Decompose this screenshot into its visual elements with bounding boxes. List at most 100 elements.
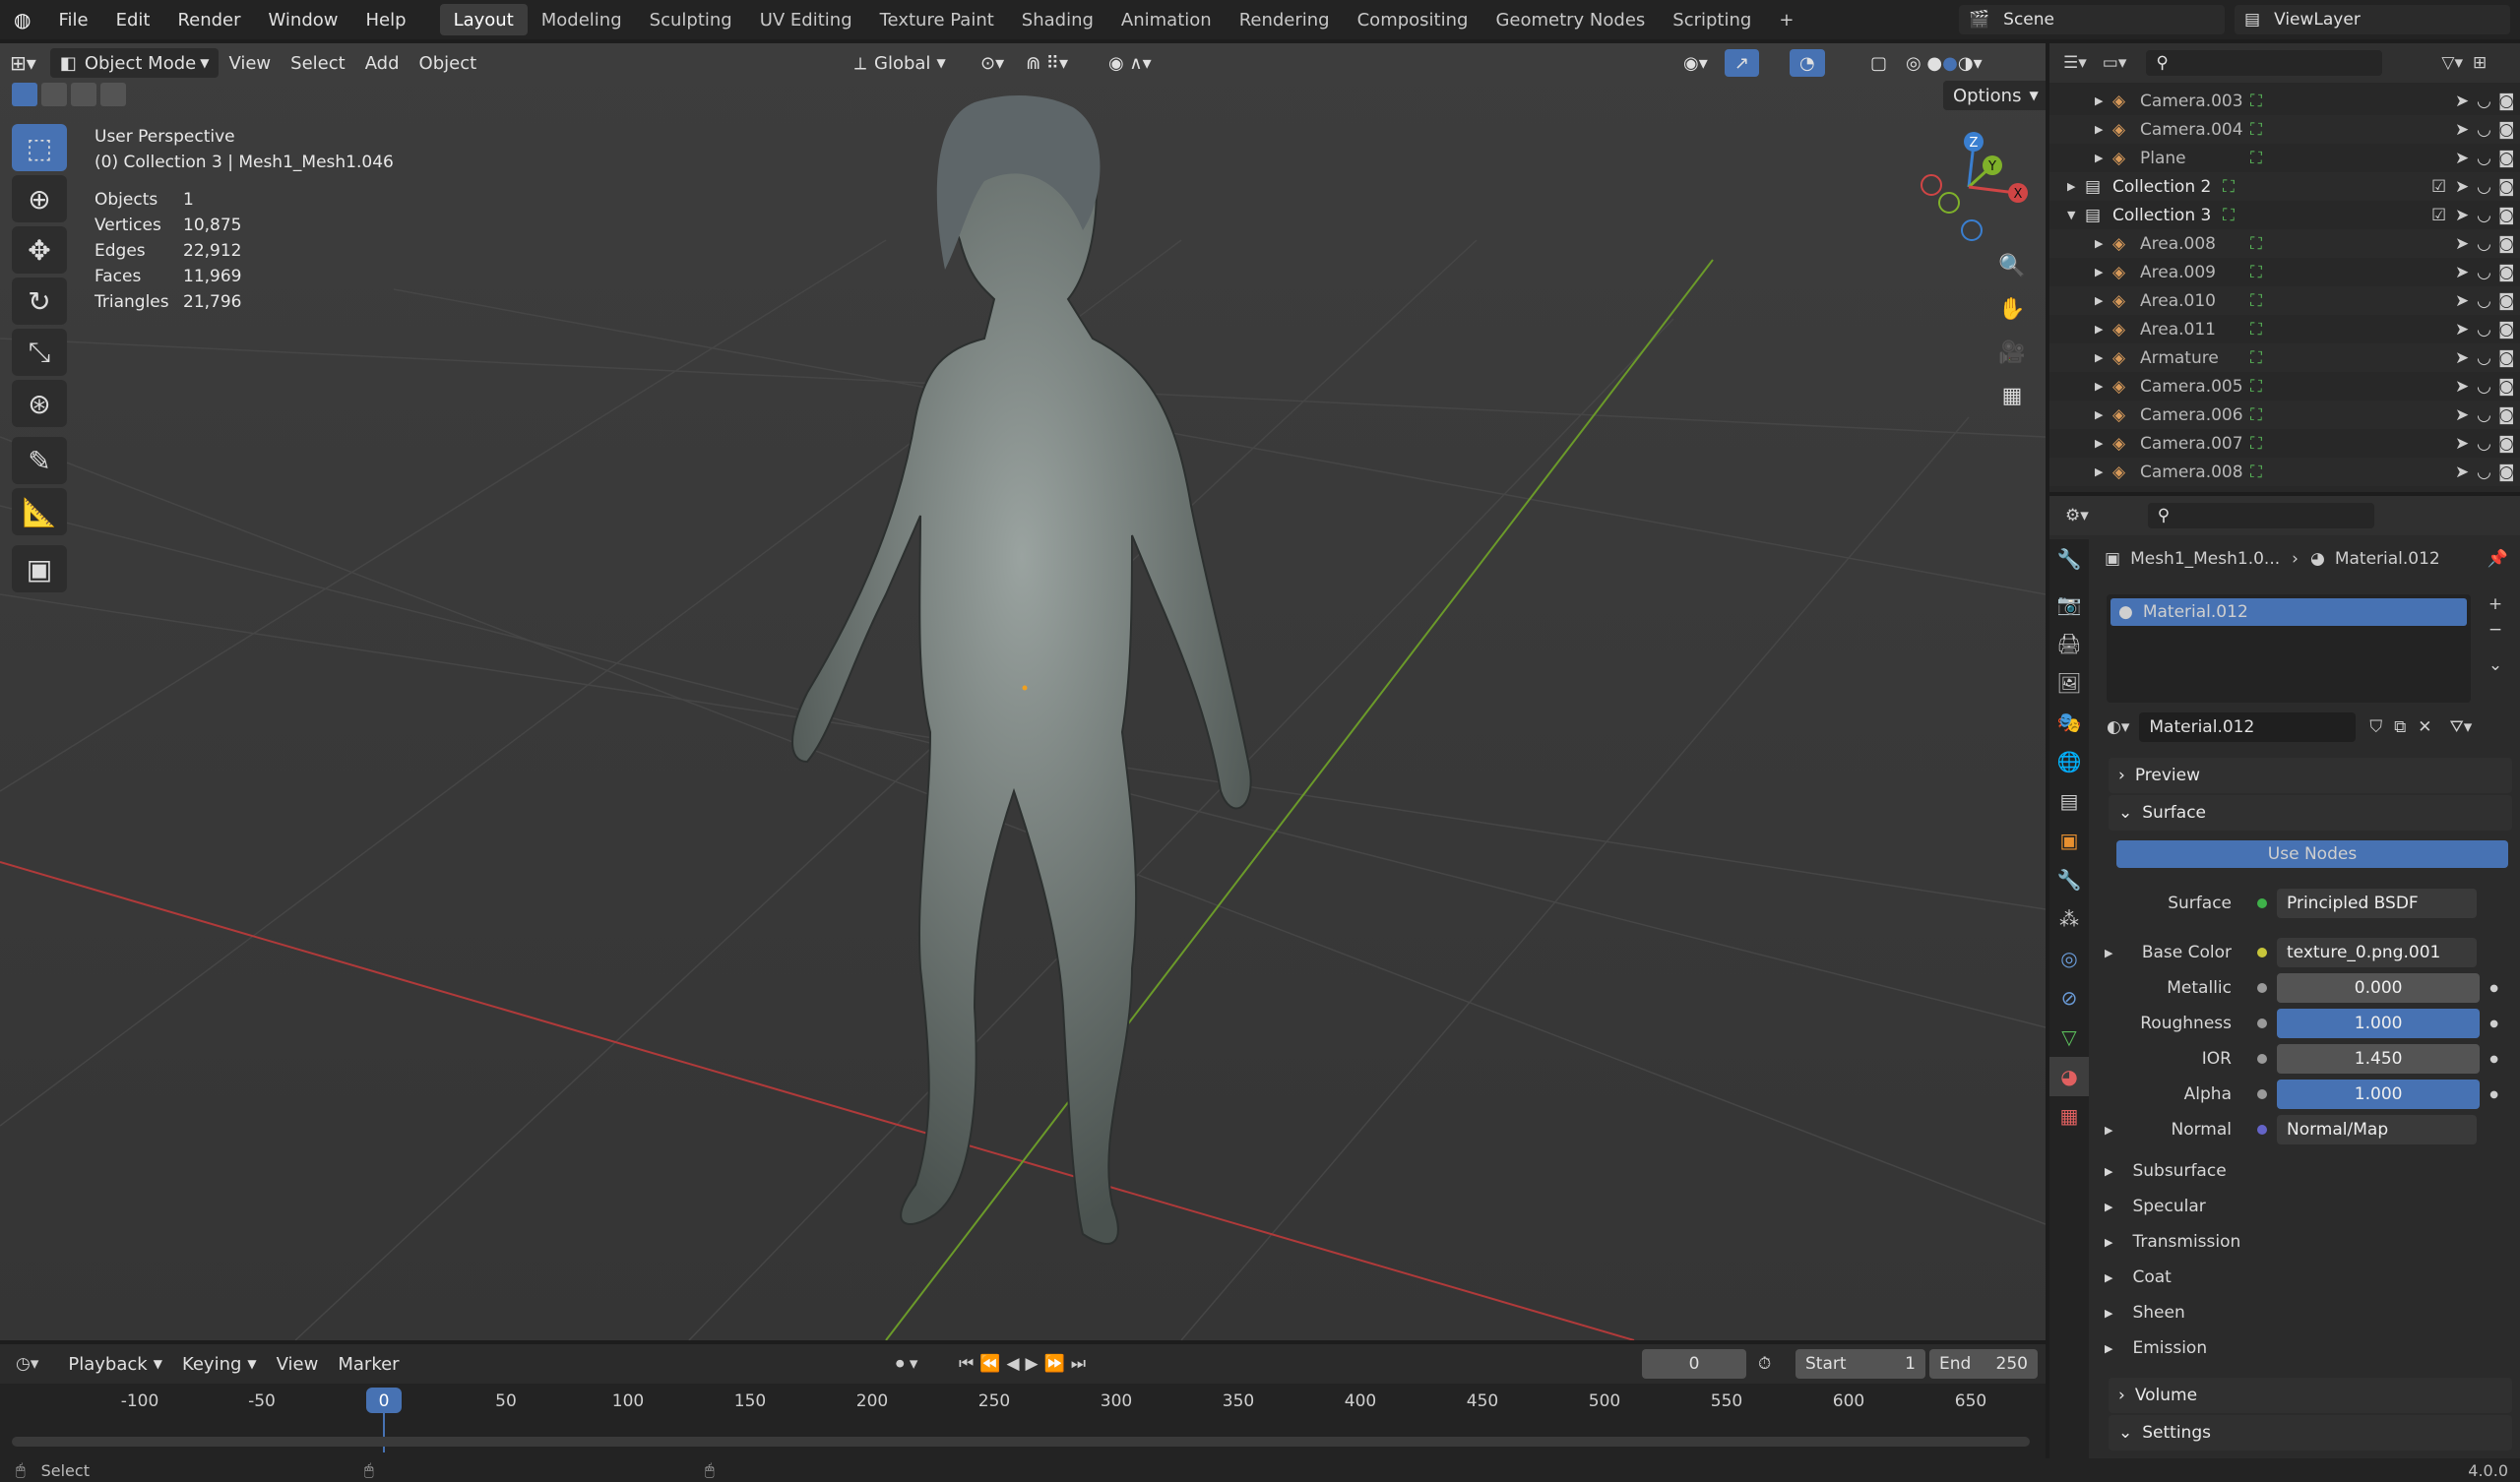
outliner-item[interactable]: ▶ ◈ Area.009 ⛶ ➤ ◡ ◙ bbox=[2049, 258, 2520, 286]
subpanel-sheen[interactable]: ▶ Sheen bbox=[2105, 1295, 2185, 1330]
socket-icon[interactable] bbox=[2257, 1089, 2267, 1099]
menu-render[interactable]: Render bbox=[163, 0, 254, 39]
menu-help[interactable]: Help bbox=[352, 0, 420, 39]
expand-arrow-icon[interactable]: ▶ bbox=[2095, 294, 2103, 307]
tab-compositing[interactable]: Compositing bbox=[1344, 4, 1482, 35]
socket-icon[interactable] bbox=[2257, 983, 2267, 993]
annotate-icon[interactable]: ✎ bbox=[12, 437, 67, 484]
remove-slot-icon[interactable]: − bbox=[2481, 620, 2510, 646]
record-icon[interactable]: ⏺ ▾ bbox=[896, 1354, 917, 1374]
editor-type-icon[interactable]: ⚙▾ bbox=[2065, 506, 2089, 525]
tool-tab-icon[interactable]: 🔧 bbox=[2049, 539, 2089, 579]
menu-select[interactable]: Select bbox=[281, 48, 355, 78]
current-frame-field[interactable]: 0 bbox=[1642, 1349, 1746, 1379]
camera-render-icon[interactable]: ◙ bbox=[2498, 263, 2515, 282]
menu-edit[interactable]: Edit bbox=[102, 0, 164, 39]
perspective-grid-icon[interactable]: ▦ bbox=[1992, 376, 2032, 415]
xray-icon[interactable]: ▢ bbox=[1860, 48, 1897, 78]
world-tab-icon[interactable]: 🌐 bbox=[2049, 742, 2089, 781]
outliner-item[interactable]: ▶ ◈ Camera.006 ⛶ ➤ ◡ ◙ bbox=[2049, 401, 2520, 429]
expand-arrow-icon[interactable]: ▶ bbox=[2067, 180, 2075, 193]
editor-type-icon[interactable]: ◷▾ bbox=[16, 1354, 38, 1374]
checkbox-icon[interactable]: ☑ bbox=[2431, 206, 2446, 225]
eye-icon[interactable]: ◡ bbox=[2477, 206, 2491, 225]
menu-window[interactable]: Window bbox=[255, 0, 352, 39]
select-toggle-icon[interactable]: ➤ bbox=[2455, 320, 2469, 340]
outliner-item[interactable]: ▶ ▤ Collection 2 ⛶ ☑ ➤ ◡ ◙ bbox=[2049, 172, 2520, 201]
camera-render-icon[interactable]: ◙ bbox=[2498, 348, 2515, 368]
camera-render-icon[interactable]: ◙ bbox=[2498, 120, 2515, 140]
select-toggle-icon[interactable]: ➤ bbox=[2455, 463, 2469, 482]
camera-render-icon[interactable]: ◙ bbox=[2498, 149, 2515, 168]
property-value[interactable]: Normal/Map bbox=[2277, 1115, 2477, 1144]
tab-modeling[interactable]: Modeling bbox=[528, 4, 636, 35]
end-frame-field[interactable]: End 250 bbox=[1929, 1349, 2038, 1379]
select-toggle-icon[interactable]: ➤ bbox=[2455, 206, 2469, 225]
filter-icon[interactable]: ▽▾ bbox=[2441, 53, 2463, 73]
eye-icon[interactable]: ◡ bbox=[2477, 348, 2491, 368]
browse-material-icon[interactable]: ◐▾ bbox=[2107, 717, 2129, 737]
transform-icon[interactable]: ⊛ bbox=[12, 380, 67, 427]
property-value[interactable]: 1.450 bbox=[2277, 1044, 2481, 1074]
expand-arrow-icon[interactable]: ▶ bbox=[2095, 465, 2103, 478]
eye-icon[interactable]: ◡ bbox=[2477, 463, 2491, 482]
select-toggle-icon[interactable]: ➤ bbox=[2455, 177, 2469, 197]
3d-viewport[interactable]: ⊞▾ ◧ Object Mode ▼ View Select Add Objec… bbox=[0, 43, 2046, 1340]
select-toggle-icon[interactable]: ➤ bbox=[2455, 263, 2469, 282]
marker-menu[interactable]: Marker bbox=[328, 1349, 409, 1379]
select-toggle-icon[interactable]: ➤ bbox=[2455, 92, 2469, 111]
outliner-item[interactable]: ▶ ◈ Camera.007 ⛶ ➤ ◡ ◙ bbox=[2049, 429, 2520, 458]
outliner-item[interactable]: ▶ ◈ Camera.003 ⛶ ➤ ◡ ◙ bbox=[2049, 87, 2520, 115]
rotate-icon[interactable]: ↻ bbox=[12, 278, 67, 325]
subpanel-subsurface[interactable]: ▶ Subsurface bbox=[2105, 1153, 2227, 1189]
render-tab-icon[interactable]: 📷 bbox=[2049, 585, 2089, 624]
scene-tab-icon[interactable]: 🎭 bbox=[2049, 703, 2089, 742]
eye-icon[interactable]: ◡ bbox=[2477, 263, 2491, 282]
property-value[interactable]: 1.000 bbox=[2277, 1080, 2481, 1109]
constraints-tab-icon[interactable]: ⊘ bbox=[2049, 978, 2089, 1018]
proportional-edit-icon[interactable]: ◉ ∧▾ bbox=[1099, 48, 1162, 78]
eye-icon[interactable]: ◡ bbox=[2477, 177, 2491, 197]
select-mode-buttons[interactable] bbox=[12, 83, 150, 110]
pin-icon[interactable]: 📌 bbox=[2488, 549, 2508, 569]
pan-hand-icon[interactable]: ✋ bbox=[1992, 289, 2032, 329]
tab-rendering[interactable]: Rendering bbox=[1226, 4, 1344, 35]
add-cube-icon[interactable]: ▣ bbox=[12, 545, 67, 592]
navigation-gizmo[interactable]: Z Y X bbox=[1910, 128, 2028, 246]
expand-arrow-icon[interactable]: ▼ bbox=[2067, 209, 2075, 221]
expand-arrow-icon[interactable]: ▶ bbox=[2095, 266, 2103, 278]
eye-icon[interactable]: ◡ bbox=[2477, 320, 2491, 340]
expand-arrow-icon[interactable]: ▶ bbox=[2105, 947, 2112, 959]
tab-scripting[interactable]: Scripting bbox=[1659, 4, 1765, 35]
expand-arrow-icon[interactable]: ▶ bbox=[2095, 437, 2103, 450]
camera-render-icon[interactable]: ◙ bbox=[2498, 92, 2515, 111]
visibility-icon[interactable]: ◉▾ bbox=[1673, 48, 1718, 78]
expand-arrow-icon[interactable]: ▶ bbox=[2095, 237, 2103, 250]
outliner-item[interactable]: ▶ ◈ Area.008 ⛶ ➤ ◡ ◙ bbox=[2049, 229, 2520, 258]
physics-tab-icon[interactable]: ◎ bbox=[2049, 939, 2089, 978]
unlink-material-icon[interactable]: ✕ bbox=[2418, 717, 2431, 737]
eye-icon[interactable]: ◡ bbox=[2477, 291, 2491, 311]
view-layer-tab-icon[interactable]: 🖼 bbox=[2049, 663, 2089, 703]
select-toggle-icon[interactable]: ➤ bbox=[2455, 234, 2469, 254]
select-toggle-icon[interactable]: ➤ bbox=[2455, 434, 2469, 454]
socket-icon[interactable] bbox=[2257, 1125, 2267, 1135]
eye-icon[interactable]: ◡ bbox=[2477, 120, 2491, 140]
outliner-item[interactable]: ▶ ◈ Camera.004 ⛶ ➤ ◡ ◙ bbox=[2049, 115, 2520, 144]
zoom-icon[interactable]: 🔍 bbox=[1992, 246, 2032, 285]
options-button[interactable]: Options ▼ bbox=[1943, 81, 2046, 110]
tab-geometry-nodes[interactable]: Geometry Nodes bbox=[1481, 4, 1659, 35]
eye-icon[interactable]: ◡ bbox=[2477, 149, 2491, 168]
keyframe-dot-icon[interactable]: ● bbox=[2489, 983, 2498, 994]
view-layer-selector[interactable]: ▤ ViewLayer bbox=[2235, 5, 2510, 34]
expand-arrow-icon[interactable]: ▶ bbox=[2095, 152, 2103, 164]
socket-icon[interactable] bbox=[2257, 898, 2267, 908]
move-icon[interactable]: ✥ bbox=[12, 226, 67, 274]
tab-layout[interactable]: Layout bbox=[439, 4, 528, 35]
outliner-item[interactable]: ▶ ◈ Armature ⛶ ➤ ◡ ◙ bbox=[2049, 343, 2520, 372]
checkbox-icon[interactable]: ☑ bbox=[2431, 177, 2446, 197]
tab-uv-editing[interactable]: UV Editing bbox=[746, 4, 866, 35]
outliner-item[interactable]: ▶ ◈ Area.011 ⛶ ➤ ◡ ◙ bbox=[2049, 315, 2520, 343]
blender-logo-icon[interactable]: ◍ bbox=[0, 0, 44, 39]
camera-render-icon[interactable]: ◙ bbox=[2498, 434, 2515, 454]
